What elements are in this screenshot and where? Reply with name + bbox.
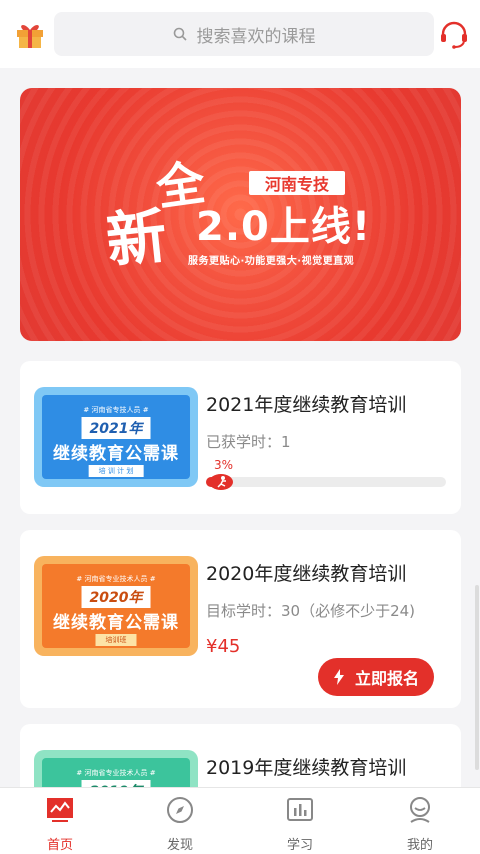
runner-icon <box>209 474 233 490</box>
course-hours: 已获学时：1 <box>206 433 291 451</box>
course-title[interactable]: 2019年度继续教育培训 <box>206 753 406 780</box>
scrollbar[interactable] <box>475 585 479 770</box>
thumb-big-text: 继续教育公需课 <box>53 444 179 464</box>
tab-study-label: 学习 <box>286 838 313 853</box>
thumb-small-text: # 河南省专业技术人员 # <box>76 769 156 777</box>
bottom-tab-bar: 首页 发现 学习 我的 <box>0 787 480 854</box>
thumb-foot: 培训班 <box>95 634 137 646</box>
banner-char-xin: 新 <box>103 201 171 277</box>
home-chart-icon <box>47 798 73 822</box>
profile-icon <box>410 797 430 823</box>
search-placeholder: 搜索喜欢的课程 <box>196 26 316 47</box>
course-thumbnail[interactable]: # 河南省专业技术人员 # 2020年 继续教育公需课 培训班 <box>34 556 198 656</box>
thumbnail-panel: # 河南省专技人员 # 2021年 继续教育公需课 培 训 计 划 <box>42 395 190 479</box>
tab-home[interactable]: 首页 <box>0 788 120 854</box>
tab-home-label: 首页 <box>46 838 73 853</box>
course-price: ¥45 <box>206 636 241 657</box>
search-input[interactable]: 搜索喜欢的课程 <box>54 12 434 56</box>
search-icon <box>173 27 187 41</box>
progress-percent: 3% <box>214 458 234 472</box>
banner-subline: 服务更贴心·功能更强大·视觉更直观 <box>188 256 355 267</box>
enroll-button-label: 立即报名 <box>354 669 419 688</box>
banner-tag: 河南专技 <box>249 171 345 195</box>
tab-profile-label: 我的 <box>406 838 433 853</box>
thumb-small-text: # 河南省专业技术人员 # <box>76 575 156 583</box>
thumb-small-text: # 河南省专技人员 # <box>83 406 149 414</box>
top-bar: 搜索喜欢的课程 <box>0 0 480 68</box>
course-thumbnail[interactable]: # 河南省专技人员 # 2021年 继续教育公需课 培 训 计 划 <box>34 387 198 487</box>
tab-discover-label: 发现 <box>166 838 193 853</box>
thumb-big-text: 继续教育公需课 <box>53 613 179 633</box>
banner-headline: 2.0上线! <box>196 204 372 250</box>
customer-service-icon[interactable] <box>438 19 470 51</box>
thumbnail-panel: # 河南省专业技术人员 # 2020年 继续教育公需课 培训班 <box>42 564 190 648</box>
compass-icon <box>167 797 193 823</box>
progress-track <box>206 477 446 487</box>
course-card-2020[interactable]: # 河南省专业技术人员 # 2020年 继续教育公需课 培训班 2020年度继续… <box>20 530 461 708</box>
promo-banner[interactable]: 全 新 河南专技 2.0上线! 服务更贴心·功能更强大·视觉更直观 <box>20 88 461 341</box>
tab-profile[interactable]: 我的 <box>360 788 480 854</box>
tab-discover[interactable]: 发现 <box>120 788 240 854</box>
course-target-hours: 目标学时：30（必修不少于24) <box>206 602 416 620</box>
course-title[interactable]: 2021年度继续教育培训 <box>206 390 406 417</box>
gift-icon[interactable] <box>14 18 46 50</box>
thumb-year: 2020年 <box>81 586 151 608</box>
thumb-year: 2021年 <box>81 417 151 439</box>
thumb-foot: 培 训 计 划 <box>88 465 144 477</box>
enroll-button[interactable]: 立即报名 <box>318 658 434 696</box>
study-chart-icon <box>287 798 313 821</box>
tab-study[interactable]: 学习 <box>240 788 360 854</box>
course-card-2021[interactable]: # 河南省专技人员 # 2021年 继续教育公需课 培 训 计 划 2021年度… <box>20 361 461 514</box>
lightning-icon <box>333 669 344 685</box>
course-title[interactable]: 2020年度继续教育培训 <box>206 559 406 586</box>
